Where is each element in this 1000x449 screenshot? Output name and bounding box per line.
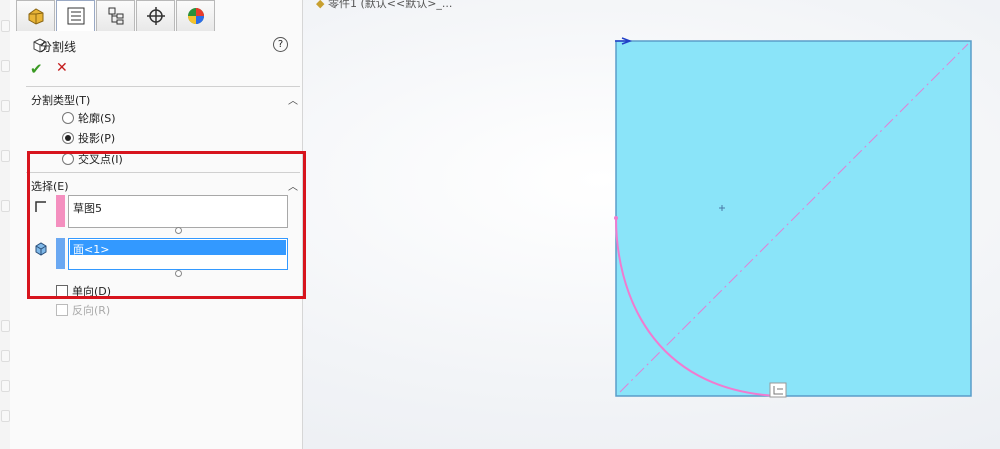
model-canvas[interactable] <box>0 0 1000 449</box>
arc-endpoint[interactable] <box>614 216 618 220</box>
coincident-relation-icon[interactable] <box>769 382 787 398</box>
